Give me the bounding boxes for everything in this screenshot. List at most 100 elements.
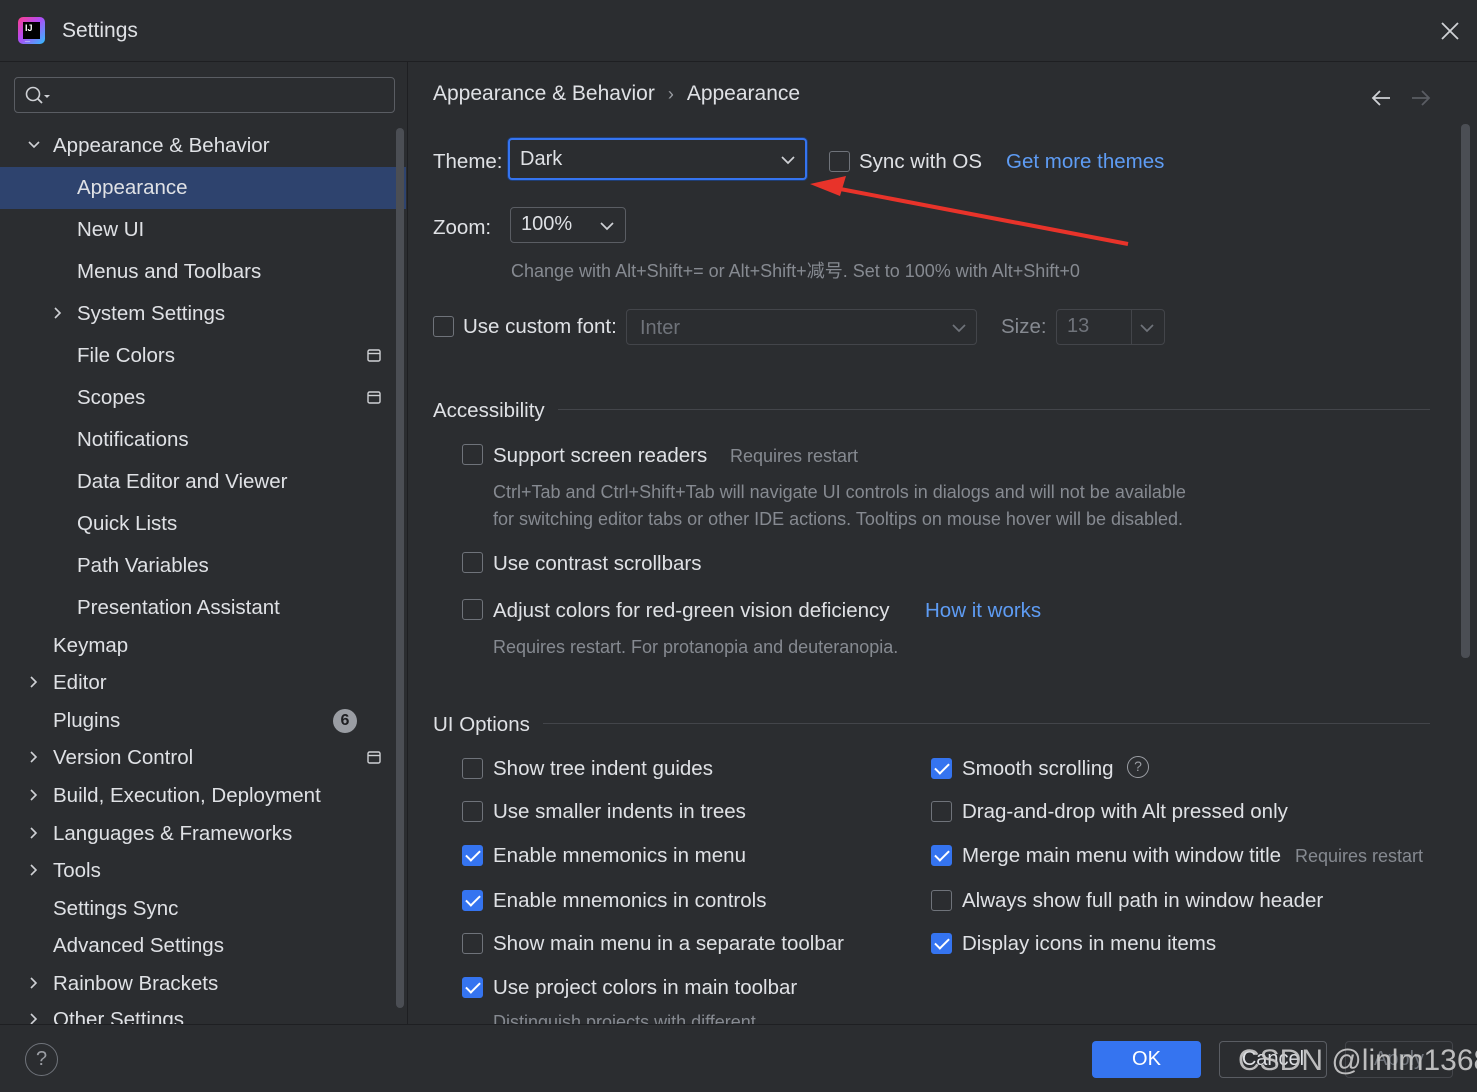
ui-right-option-checkbox[interactable]: [931, 933, 952, 954]
custom-font-dropdown[interactable]: Inter: [626, 309, 977, 345]
sidebar-item[interactable]: Scopes: [0, 377, 406, 419]
ui-right-option-label[interactable]: Smooth scrolling: [962, 757, 1114, 781]
ui-right-option-checkbox[interactable]: [931, 801, 952, 822]
zoom-value: 100%: [521, 213, 573, 235]
ui-left-option-label[interactable]: Enable mnemonics in controls: [493, 889, 766, 913]
ui-left-option-checkbox[interactable]: [462, 801, 483, 822]
font-size-combo[interactable]: 13: [1056, 309, 1165, 345]
ui-right-option-checkbox[interactable]: [931, 890, 952, 911]
content-scrollbar[interactable]: [1461, 124, 1470, 658]
chevron-down-icon: [600, 222, 614, 231]
sidebar-item[interactable]: System Settings: [0, 293, 406, 335]
how-it-works-link[interactable]: How it works: [925, 599, 1041, 623]
ui-left-option-label[interactable]: Enable mnemonics in menu: [493, 844, 746, 868]
section-separator: [558, 409, 1430, 410]
ui-left-option-checkbox[interactable]: [462, 977, 483, 998]
screen-readers-checkbox[interactable]: [462, 444, 483, 465]
screen-readers-desc-2: for switching editor tabs or other IDE a…: [493, 509, 1184, 529]
sidebar-item[interactable]: Presentation Assistant: [0, 587, 406, 629]
ui-right-option-label[interactable]: Always show full path in window header: [962, 889, 1323, 913]
sidebar-item[interactable]: Path Variables: [0, 545, 406, 587]
sidebar-item-label: File Colors: [77, 344, 175, 367]
chevron-right-icon[interactable]: [51, 306, 65, 320]
window-title: Settings: [62, 19, 138, 42]
ui-left-option-checkbox[interactable]: [462, 933, 483, 954]
ui-left-option-checkbox[interactable]: [462, 890, 483, 911]
color-deficiency-desc: Requires restart. For protanopia and deu…: [493, 637, 899, 657]
chevron-right-icon[interactable]: [27, 1012, 41, 1024]
project-colors-desc: Distinguish projects with different: [493, 1012, 756, 1024]
chevron-right-icon[interactable]: [27, 788, 41, 802]
sidebar-item[interactable]: New UI: [0, 209, 406, 251]
color-deficiency-checkbox[interactable]: [462, 599, 483, 620]
back-button[interactable]: [1370, 88, 1392, 114]
sidebar-item[interactable]: Plugins 6: [0, 700, 406, 742]
ui-left-option-label[interactable]: Show main menu in a separate toolbar: [493, 932, 844, 956]
sidebar-item[interactable]: Settings Sync: [0, 888, 406, 930]
ui-right-option-checkbox[interactable]: [931, 845, 952, 866]
screen-readers-label[interactable]: Support screen readers: [493, 444, 707, 468]
chevron-right-icon[interactable]: [27, 826, 41, 840]
sidebar-item[interactable]: Notifications: [0, 419, 406, 461]
custom-font-label[interactable]: Use custom font:: [463, 315, 617, 339]
search-input[interactable]: [59, 82, 389, 108]
sidebar-item-label: Appearance & Behavior: [53, 134, 270, 157]
sidebar-item[interactable]: Appearance: [0, 167, 406, 209]
sync-with-os-label[interactable]: Sync with OS: [859, 150, 982, 174]
sidebar-item[interactable]: Menus and Toolbars: [0, 251, 406, 293]
ui-right-option-label[interactable]: Display icons in menu items: [962, 932, 1216, 956]
sidebar-item-label: Notifications: [77, 428, 189, 451]
chevron-down-icon[interactable]: [27, 138, 41, 152]
breadcrumb-current: Appearance: [686, 82, 801, 105]
ui-left-option-checkbox[interactable]: [462, 758, 483, 779]
ui-right-option-label[interactable]: Drag-and-drop with Alt pressed only: [962, 800, 1288, 824]
sidebar-item[interactable]: Appearance & Behavior: [0, 125, 406, 167]
custom-font-checkbox[interactable]: [433, 316, 454, 337]
sidebar-item[interactable]: Data Editor and Viewer: [0, 461, 406, 503]
ui-right-option-checkbox[interactable]: [931, 758, 952, 779]
ok-button[interactable]: OK: [1092, 1041, 1201, 1078]
chevron-right-icon[interactable]: [27, 976, 41, 990]
theme-dropdown[interactable]: Dark: [508, 138, 807, 180]
sidebar-item[interactable]: Editor: [0, 662, 406, 704]
sidebar-item[interactable]: Version Control: [0, 737, 406, 779]
sidebar-item[interactable]: Keymap: [0, 625, 406, 667]
sidebar-item[interactable]: Advanced Settings: [0, 925, 406, 967]
contrast-scrollbars-checkbox[interactable]: [462, 552, 483, 573]
help-icon[interactable]: ?: [1127, 756, 1149, 778]
ui-left-option-label[interactable]: Show tree indent guides: [493, 757, 713, 781]
breadcrumb-parent[interactable]: Appearance & Behavior: [433, 82, 655, 105]
chevron-right-icon[interactable]: [27, 750, 41, 764]
accessibility-section-title: Accessibility: [433, 399, 545, 422]
contrast-scrollbars-label[interactable]: Use contrast scrollbars: [493, 552, 701, 576]
sidebar-item[interactable]: File Colors: [0, 335, 406, 377]
sidebar-item[interactable]: Languages & Frameworks: [0, 813, 406, 855]
ui-left-option-label[interactable]: Use smaller indents in trees: [493, 800, 746, 824]
settings-search[interactable]: [14, 77, 395, 113]
ui-left-option-label[interactable]: Use project colors in main toolbar: [493, 976, 797, 1000]
get-more-themes-link[interactable]: Get more themes: [1006, 150, 1164, 174]
help-button[interactable]: ?: [25, 1043, 58, 1076]
close-button[interactable]: [1436, 17, 1464, 45]
sidebar-item-label: Keymap: [53, 634, 129, 657]
chevron-right-icon[interactable]: [27, 863, 41, 877]
sidebar-item[interactable]: Tools: [0, 850, 406, 892]
chevron-right-icon[interactable]: [27, 675, 41, 689]
sidebar-item[interactable]: Quick Lists: [0, 503, 406, 545]
sync-with-os-checkbox[interactable]: [829, 151, 850, 172]
breadcrumb: Appearance & Behavior › Appearance: [433, 82, 800, 106]
color-deficiency-label[interactable]: Adjust colors for red-green vision defic…: [493, 599, 890, 623]
forward-button[interactable]: [1410, 88, 1432, 114]
sidebar-scrollbar[interactable]: [396, 128, 404, 1008]
ui-right-option-label[interactable]: Merge main menu with window title: [962, 844, 1281, 868]
close-icon: [1441, 22, 1459, 40]
theme-value: Dark: [520, 148, 563, 170]
ui-left-option-checkbox[interactable]: [462, 845, 483, 866]
requires-restart-note: Requires restart: [730, 446, 859, 466]
sidebar-item-label: Plugins: [53, 709, 121, 732]
zoom-hint: Change with Alt+Shift+= or Alt+Shift+减号.…: [511, 261, 1080, 281]
sidebar-item[interactable]: Other Settings: [0, 999, 406, 1024]
sidebar-item[interactable]: Build, Execution, Deployment: [0, 775, 406, 817]
sidebar-item-label: Quick Lists: [77, 512, 178, 535]
zoom-dropdown[interactable]: 100%: [510, 207, 626, 243]
